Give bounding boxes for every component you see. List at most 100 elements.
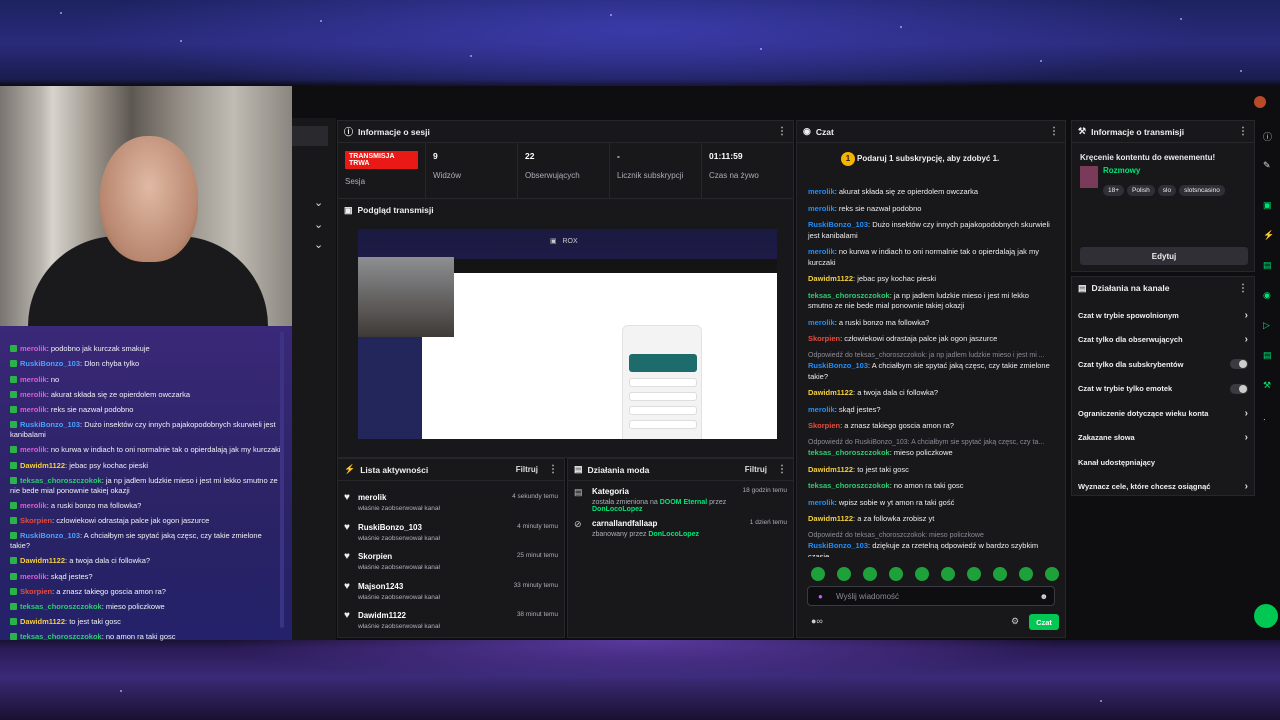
channel-action-item[interactable]: Czat tylko dla obserwujących › [1072,328,1254,353]
list-item[interactable]: ♥ Dawidm1122 właśnie zaobserwował kanał 38 … [338,607,564,637]
more-icon[interactable]: ⋮ [777,126,787,137]
list-item[interactable]: ⊘ carnallandfallaap zbanowany przez DonL… [568,519,793,538]
info-icon[interactable]: ⓘ [1263,130,1272,143]
chat-message[interactable]: Dawidm1122: to jest taki gosc [797,465,1065,476]
chevron-right-icon[interactable]: › [1245,334,1248,345]
chat-username[interactable]: teksas_choroszczokok [808,481,890,490]
channel-action-item[interactable]: Ograniczenie dotyczące wieku konta › [1072,401,1254,426]
tag[interactable]: Polish [1127,185,1155,196]
tool-icon[interactable]: ▣ [1263,200,1272,211]
channel-action-item[interactable]: Wyznacz cele, które chcesz osiągnąć › [1072,475,1254,500]
emoji-icon[interactable]: ☻ [1040,592,1048,601]
bolt-icon[interactable]: ⚡ [1263,230,1274,241]
chevron-right-icon[interactable]: › [1245,432,1248,443]
chat-message[interactable]: merolik: a ruski bonzo ma followka? [797,318,1065,329]
list-icon[interactable]: ▤ [1263,260,1272,271]
emote-icon[interactable] [1045,567,1059,581]
chat-username[interactable]: RuskiBonzo_103 [808,361,868,370]
chat-username[interactable]: merolik [808,318,835,327]
chat-message[interactable]: Odpowiedź do RuskiBonzo_103: A chciałbym… [797,438,1065,459]
more-icon[interactable]: ⋮ [1238,126,1248,137]
gift-sub-note[interactable]: Podaruj 1 subskrypcję, aby zdobyć 1. [857,154,999,163]
chevron-down-icon[interactable]: ⌄ [314,196,323,209]
more-icon[interactable]: ⋮ [777,464,787,475]
tag[interactable]: slo [1157,185,1177,196]
toggle-switch[interactable] [1230,383,1248,394]
chat-username[interactable]: merolik [808,204,835,213]
chat-icon[interactable]: ◉ [1263,290,1271,301]
gift-icon[interactable] [1254,604,1278,628]
list-item[interactable]: ▤ Kategoria została zmieniona na DOOM Et… [568,487,793,513]
chat-message[interactable]: Dawidm1122: jebac psy kochac pieski [797,274,1065,285]
chat-message[interactable]: merolik: akurat składa się ze opierdolem… [797,187,1065,198]
toggle-switch[interactable] [1230,359,1248,370]
chat-message[interactable]: merolik: wpisz sobie w yt amon ra taki g… [797,498,1065,509]
list-item[interactable]: ♥ Majson1243 właśnie zaobserwował kanał 33 … [338,578,564,608]
emote-icon[interactable] [863,567,877,581]
tag[interactable]: slotsncasino [1179,185,1225,196]
chat-username[interactable]: Skorpien [808,421,840,430]
chat-username[interactable]: merolik [808,187,835,196]
channel-action-item[interactable]: Czat w trybie spowolnionym › [1072,303,1254,328]
chat-input[interactable]: ● Wyślij wiadomość ☻ [807,586,1055,606]
picture-in-picture-icon[interactable]: ▣ [550,238,557,245]
chat-username[interactable]: Dawidm1122 [808,465,853,474]
chat-username[interactable]: merolik [808,498,835,507]
stream-category[interactable]: Rozmowy [1103,166,1228,175]
emote-icon[interactable] [993,567,1007,581]
sidebar-selected-item[interactable] [292,126,328,146]
chat-message[interactable]: merolik: skąd jestes? [797,405,1065,416]
emote-icon[interactable] [889,567,903,581]
chat-message[interactable]: teksas_choroszczokok: no amon ra taki go… [797,481,1065,492]
channel-action-item[interactable]: Czat w trybie tylko emotek [1072,377,1254,402]
settings-icon[interactable]: ⚙ [1011,616,1019,627]
share-icon[interactable]: ∙ [1263,414,1266,424]
chat-message[interactable]: Odpowiedź do teksas_choroszczokok: ja np… [797,351,1065,383]
preview-icon[interactable]: ▷ [1263,320,1270,331]
chevron-right-icon[interactable]: › [1245,408,1248,419]
chevron-right-icon[interactable]: › [1245,310,1248,321]
more-icon[interactable]: ⋮ [1238,283,1248,294]
emote-icon[interactable] [811,567,825,581]
mod-item-by[interactable]: DonLocoLopez [592,506,643,513]
user-avatar[interactable] [1254,96,1266,108]
chat-username[interactable]: teksas_choroszczokok [808,291,890,300]
chat-message[interactable]: teksas_choroszczokok: ja np jadlem ludzk… [797,291,1065,312]
chat-message[interactable]: Dawidm1122: a twoja dala ci followka? [797,388,1065,399]
channel-action-item[interactable]: Zakazane słowa › [1072,426,1254,451]
filter-button[interactable]: Filtruj [745,465,767,474]
chat-message[interactable]: RuskiBonzo_103: Dużo insektów czy innych… [797,220,1065,241]
filter-button[interactable]: Filtruj [516,465,538,474]
channel-action-item[interactable]: Czat tylko dla subskrybentów [1072,352,1254,377]
chat-message[interactable]: merolik: reks sie nazwał podobno [797,204,1065,215]
chevron-right-icon[interactable]: › [1245,481,1248,492]
mod-item-by[interactable]: DonLocoLopez [648,531,699,538]
list-item[interactable]: ♥ merolik właśnie zaobserwował kanał 4 seku… [338,489,564,519]
chat-message[interactable]: Skorpien: a znasz takiego goscia amon ra… [797,421,1065,432]
mic-icon[interactable]: ● [818,592,823,601]
chat-username[interactable]: Dawidm1122 [808,274,853,283]
chat-username[interactable]: Dawidm1122 [808,514,853,523]
tag[interactable]: 18+ [1103,185,1125,196]
emote-icon[interactable] [915,567,929,581]
chat-send-button[interactable]: Czat [1029,614,1059,630]
edit-button[interactable]: Edytuj [1080,247,1248,265]
emote-icon[interactable] [1019,567,1033,581]
chat-username[interactable]: teksas_choroszczokok [808,448,890,457]
chat-username[interactable]: RuskiBonzo_103 [808,220,868,229]
more-icon[interactable]: ⋮ [1049,126,1059,137]
chat-username[interactable]: Skorpien [808,334,840,343]
emote-icon[interactable] [837,567,851,581]
mod-item-target[interactable]: DOOM Eternal [660,499,707,506]
chat-username[interactable]: merolik [808,247,835,256]
emote-icon[interactable] [967,567,981,581]
chat-username[interactable]: Dawidm1122 [808,388,853,397]
chat-message[interactable]: Dawidm1122: a za followka zrobisz yt [797,514,1065,525]
chevron-down-icon[interactable]: ⌄ [314,238,323,251]
pencil-icon[interactable]: ✎ [1263,160,1271,171]
wrench-icon[interactable]: ⚒ [1263,380,1271,391]
chat-username[interactable]: RuskiBonzo_103 [808,541,868,550]
channel-action-item[interactable]: Kanał udostępniający [1072,450,1254,475]
stream-preview-video[interactable]: ▣ ROX [358,229,777,439]
emote-icon[interactable] [941,567,955,581]
